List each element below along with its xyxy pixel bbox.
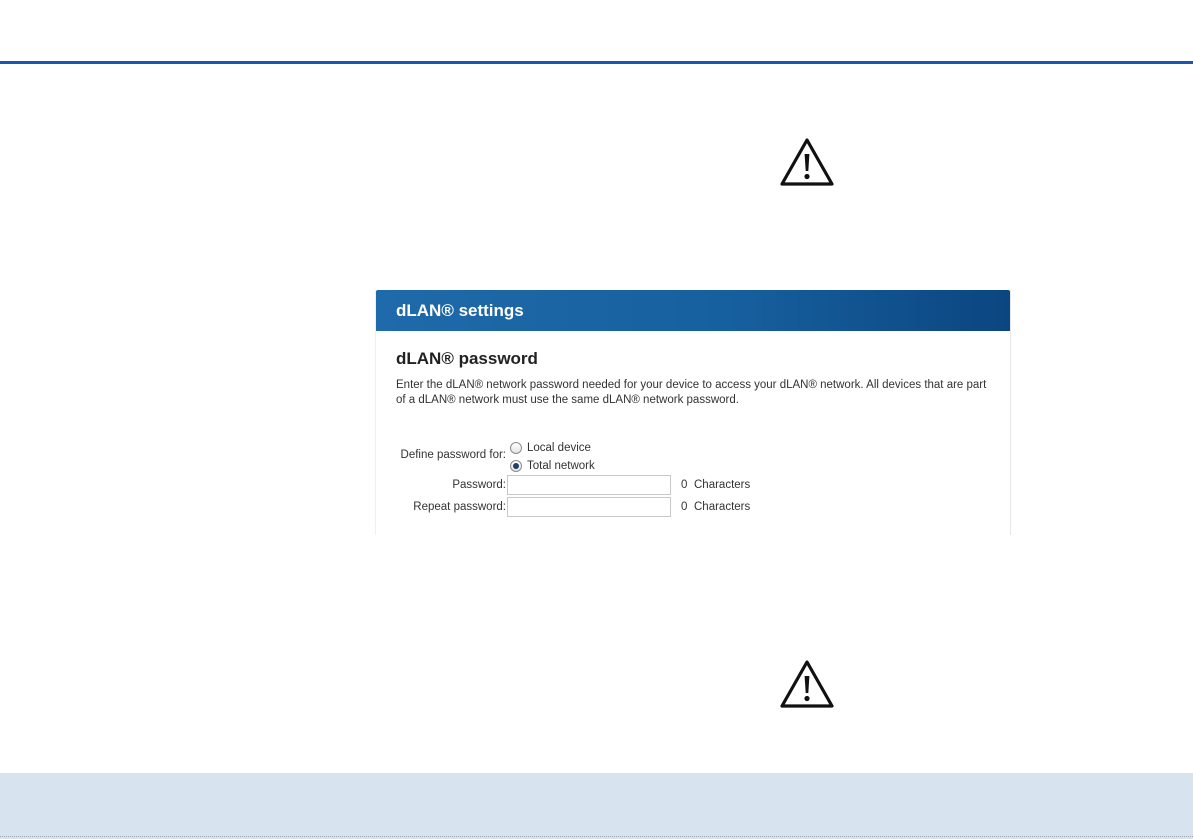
password-input[interactable]	[507, 475, 671, 495]
radio-total-network[interactable]	[510, 460, 522, 472]
repeat-password-label: Repeat password:	[413, 501, 506, 513]
panel-header: dLAN® settings	[376, 290, 1010, 331]
description-text: Enter the dLAN® network password needed …	[396, 379, 987, 406]
footer-band	[0, 773, 1193, 839]
repeat-char-count: 0	[681, 501, 688, 513]
footer-dotted-line	[0, 836, 1193, 837]
repeat-password-input[interactable]	[507, 497, 671, 517]
repeat-characters-label: Characters	[694, 501, 751, 513]
manual-page: dLAN® settings dLAN® password Enter the …	[0, 0, 1193, 839]
radio-local-device-label[interactable]: Local device	[527, 442, 591, 454]
define-password-label: Define password for:	[400, 449, 506, 461]
radio-local-device[interactable]	[510, 442, 522, 454]
section-title: dLAN® password	[396, 349, 538, 368]
password-char-count: 0	[681, 479, 688, 491]
warning-icon	[780, 660, 834, 708]
top-divider	[0, 61, 1193, 64]
password-characters-label: Characters	[694, 479, 751, 491]
warning-icon	[780, 138, 834, 186]
radio-total-network-label[interactable]: Total network	[527, 460, 595, 472]
password-label: Password:	[452, 479, 506, 491]
dlan-settings-panel: dLAN® settings dLAN® password Enter the …	[375, 290, 1011, 535]
